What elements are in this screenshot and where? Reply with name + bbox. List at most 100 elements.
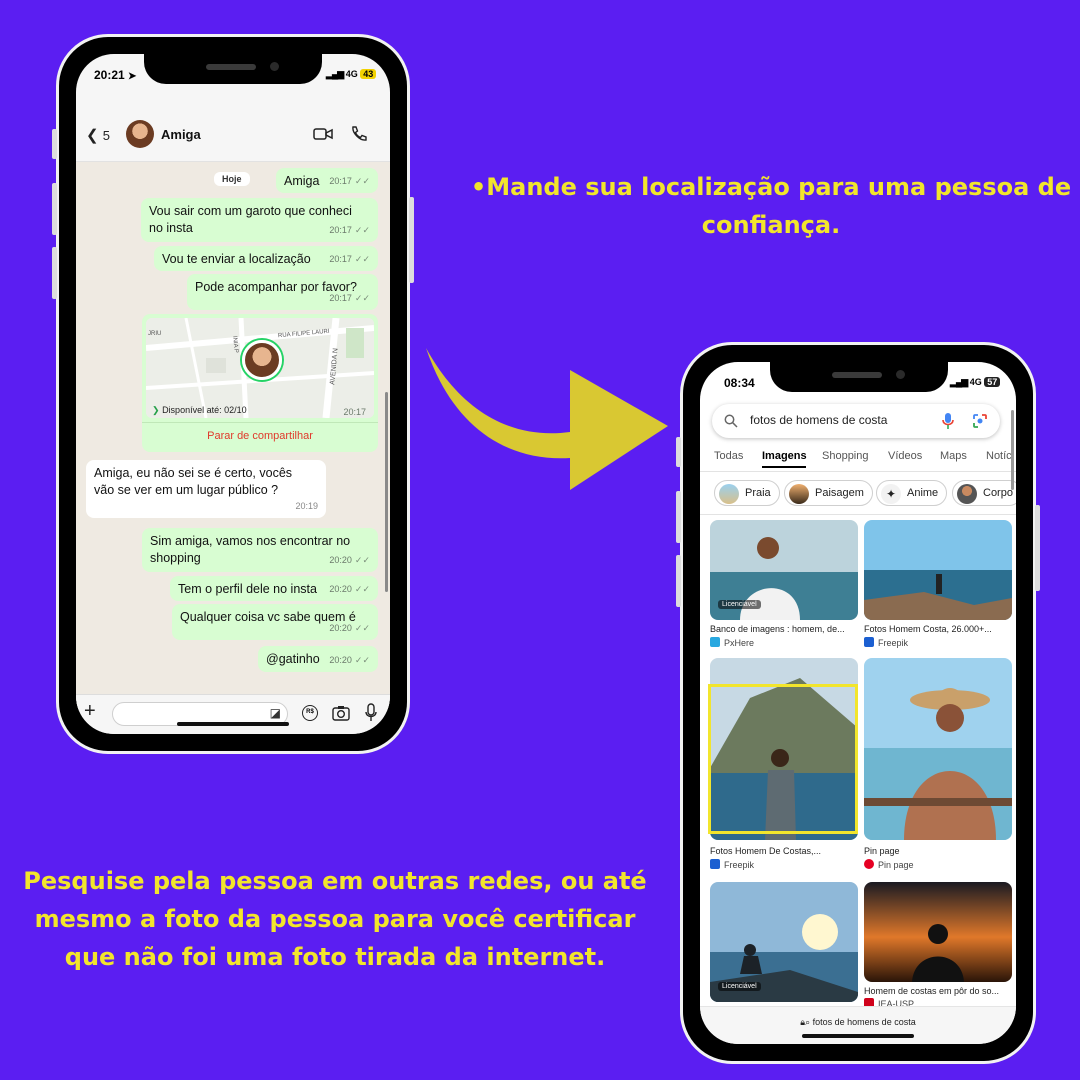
- message-bubble[interactable]: Tem o perfil dele no insta 20:20 ✓✓: [170, 576, 378, 601]
- scrollbar[interactable]: [385, 392, 388, 592]
- video-call-icon[interactable]: [313, 126, 333, 142]
- result-image: [864, 882, 1012, 982]
- signal-icon: ▂▄▆: [326, 69, 344, 79]
- status-time: 08:34: [724, 376, 755, 390]
- message-time: 20:17: [329, 293, 352, 303]
- result-source[interactable]: Freepik: [864, 637, 908, 648]
- camera-icon[interactable]: [332, 705, 350, 721]
- result-image: [864, 520, 1012, 620]
- sticker-icon[interactable]: ◪: [270, 706, 281, 720]
- image-result[interactable]: Licenciável: [710, 520, 858, 620]
- status-indicators: ▂▄▆ 4G 57: [950, 377, 1001, 388]
- network-label: 4G: [969, 377, 982, 387]
- stop-sharing-button[interactable]: Parar de compartilhar: [142, 428, 378, 445]
- message-time: 20:20: [329, 655, 352, 665]
- message-text: Sim amiga, vamos nos encontrar no: [150, 534, 351, 548]
- incoming-message-bubble[interactable]: Amiga, eu não sei se é certo, vocês vão …: [86, 460, 326, 518]
- filter-chip-praia[interactable]: Praia: [714, 480, 780, 506]
- message-text: Amiga: [284, 174, 320, 188]
- result-title[interactable]: Fotos Homem Costa, 26.000+...: [864, 624, 1012, 634]
- phone-call-icon[interactable]: [350, 125, 368, 143]
- live-location-icon: ❯: [152, 405, 160, 415]
- tab-noticias[interactable]: Notíc: [986, 450, 1012, 462]
- date-chip: Hoje: [214, 172, 250, 186]
- pix-payment-icon[interactable]: R$: [302, 705, 318, 721]
- location-share-bubble[interactable]: RUA FILIPE LAURI AVENIDA N JRIU INIA P ❯…: [142, 314, 378, 452]
- result-source[interactable]: PxHere: [710, 637, 754, 648]
- read-check-icon: ✓✓: [354, 254, 370, 264]
- licensed-badge: Licenciável: [718, 600, 761, 609]
- search-box[interactable]: fotos de homens de costa: [712, 404, 1000, 438]
- licensed-badge: Licenciável: [718, 982, 761, 991]
- result-title[interactable]: Banco de imagens : homem, de...: [710, 624, 858, 634]
- voice-search-icon[interactable]: [942, 412, 954, 430]
- top-caption-line: •Mande sua localização para uma pessoa d…: [470, 173, 1072, 201]
- result-source[interactable]: Freepik: [710, 859, 754, 870]
- phone-button: [676, 555, 681, 607]
- message-time: 20:17: [329, 176, 352, 186]
- image-result[interactable]: [864, 882, 1012, 982]
- back-button[interactable]: ❮ 5: [86, 126, 110, 144]
- filter-chip-corpo[interactable]: Corpo: [952, 480, 1016, 506]
- result-title[interactable]: Homem de costas em pôr do so...: [864, 986, 1012, 996]
- sparkle-icon: ✦: [881, 484, 901, 504]
- signal-icon: ▂▄▆: [950, 377, 968, 387]
- message-time: 20:17: [329, 254, 352, 264]
- plus-icon[interactable]: +: [84, 700, 96, 723]
- message-text: vão se ver em um lugar público ?: [94, 483, 279, 497]
- live-location-map[interactable]: RUA FILIPE LAURI AVENIDA N JRIU INIA P ❯…: [146, 318, 374, 418]
- battery-icon: 57: [984, 377, 1001, 387]
- lens-search-icon[interactable]: [972, 413, 988, 429]
- phone-button: [676, 491, 681, 543]
- home-indicator[interactable]: [177, 722, 289, 726]
- tab-todas[interactable]: Todas: [714, 450, 743, 462]
- image-result[interactable]: [864, 520, 1012, 620]
- contact-avatar[interactable]: [126, 120, 154, 148]
- message-bubble[interactable]: Amiga 20:17 ✓✓: [276, 168, 378, 193]
- filter-chip-paisagem[interactable]: Paisagem: [784, 480, 873, 506]
- contact-location-avatar: [242, 340, 282, 380]
- highlight-box: [708, 684, 858, 834]
- image-result[interactable]: Licenciável: [710, 882, 858, 1002]
- message-bubble[interactable]: Qualquer coisa vc sabe quem é 20:20 ✓✓: [172, 604, 378, 640]
- read-check-icon: ✓✓: [354, 176, 370, 186]
- chat-messages-area[interactable]: Hoje Amiga 20:17 ✓✓ Vou sair com um garot…: [76, 162, 390, 712]
- filter-chip-anime[interactable]: ✦ Anime: [876, 480, 948, 506]
- search-query[interactable]: fotos de homens de costa: [750, 413, 887, 427]
- scrollbar[interactable]: [1011, 410, 1014, 490]
- result-title[interactable]: Pin page: [864, 846, 1012, 856]
- tab-videos[interactable]: Vídeos: [888, 450, 922, 462]
- message-bubble[interactable]: Vou sair com um garoto que conheci no in…: [141, 198, 378, 242]
- read-check-icon: ✓✓: [354, 584, 370, 594]
- microphone-icon[interactable]: [365, 703, 377, 723]
- message-text: Tem o perfil dele no insta: [178, 582, 317, 596]
- message-time: 20:17: [343, 407, 366, 417]
- search-icon: [724, 414, 738, 428]
- pxhere-icon: [710, 637, 720, 647]
- chat-header: ❮ 5 Amiga: [76, 110, 390, 162]
- chat-screen: 20:21 ➤ ▂▄▆ 4G 43 ❮ 5 Amiga Hoje Amiga 2…: [76, 54, 390, 734]
- url-text[interactable]: 🔒︎⌕ fotos de homens de costa: [700, 1017, 1016, 1028]
- image-result[interactable]: [864, 658, 1012, 840]
- contact-name[interactable]: Amiga: [161, 127, 201, 142]
- map-street-label: INIA P: [231, 335, 239, 354]
- message-bubble[interactable]: Vou te enviar a localização 20:17 ✓✓: [154, 246, 378, 271]
- message-bubble[interactable]: Sim amiga, vamos nos encontrar no shoppi…: [142, 528, 378, 572]
- home-indicator[interactable]: [802, 1034, 914, 1038]
- result-image: [864, 658, 1012, 840]
- tab-shopping[interactable]: Shopping: [822, 450, 869, 462]
- message-bubble[interactable]: Pode acompanhar por favor? 20:17 ✓✓: [187, 274, 378, 310]
- map-street-label: JRIU: [148, 331, 162, 337]
- result-source[interactable]: Pin page: [864, 859, 914, 870]
- bottom-caption: Pesquise pela pessoa em outras redes, ou…: [10, 862, 660, 976]
- read-check-icon: ✓✓: [354, 293, 370, 303]
- message-bubble[interactable]: @gatinho 20:20 ✓✓: [258, 646, 378, 672]
- tab-maps[interactable]: Maps: [940, 450, 967, 462]
- chevron-left-icon: ❮: [86, 127, 99, 144]
- result-title[interactable]: Fotos Homem De Costas,...: [710, 846, 858, 856]
- curved-arrow-icon: [426, 348, 668, 490]
- phone-button: [1035, 505, 1040, 591]
- tab-imagens[interactable]: Imagens: [762, 450, 807, 462]
- read-check-icon: ✓✓: [354, 225, 370, 235]
- url-bar[interactable]: 🔒︎⌕ fotos de homens de costa: [700, 1006, 1016, 1044]
